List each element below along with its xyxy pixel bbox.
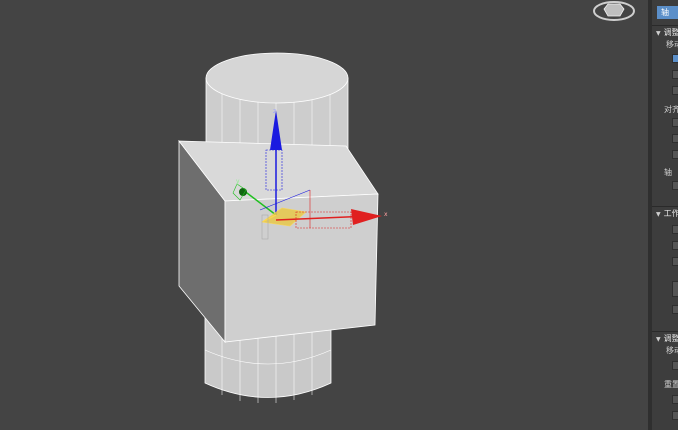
rollout-adjust-pivot[interactable]: ▼ 调整 [656,27,678,39]
perspective-viewport[interactable]: z y x [0,0,648,430]
section-divider [652,206,678,207]
reset-label: 重置 [664,380,678,389]
x-axis-label: x [384,211,388,218]
viewcube-icon[interactable] [590,0,640,24]
scene-render: z y x [178,52,388,403]
pivot-label: 轴 [664,168,672,177]
collapse-arrow-icon: ▼ [656,336,661,343]
affect-object-only-button[interactable] [672,70,678,79]
box-object[interactable] [178,139,379,344]
move-label: 移动 [666,40,678,49]
reset-transform-button[interactable] [672,395,678,404]
align-to-view-button[interactable] [672,257,678,266]
command-panel: 轴 ▼调整 移动 对齐 轴 ▼工作 ▼调整 移动 重置 [652,0,678,430]
align-to-world-button[interactable] [672,150,678,159]
reset-working-pivot-button[interactable] [672,305,678,314]
reset-pivot-button[interactable] [672,181,678,190]
edit-working-pivot-button[interactable] [672,225,678,234]
move-label: 移动 [666,346,678,355]
alignment-label: 对齐 [664,105,678,114]
section-divider [652,25,678,26]
rollout-working-pivot[interactable]: ▼ 工作 [656,208,678,220]
place-pivot-to-button[interactable] [672,281,678,297]
affect-pivot-only-button[interactable] [672,54,678,63]
z-axis-label: z [273,108,276,115]
y-axis-label: y [236,178,240,185]
align-to-object-button[interactable] [672,134,678,143]
tab-hierarchy-pivot[interactable]: 轴 [657,6,678,19]
section-divider [652,331,678,332]
affect-hierarchy-only-button[interactable] [672,86,678,95]
rollout-title: 调整 [663,28,678,37]
collapse-arrow-icon: ▼ [656,30,661,37]
dont-affect-children-button[interactable] [672,361,678,370]
rollout-adjust-transform[interactable]: ▼ 调整 [656,333,678,345]
reset-scale-button[interactable] [672,411,678,420]
collapse-arrow-icon: ▼ [656,211,661,218]
center-to-object-button[interactable] [672,118,678,127]
rollout-title: 调整 [663,334,678,343]
rollout-title: 工作 [663,209,678,218]
use-working-pivot-button[interactable] [672,241,678,250]
